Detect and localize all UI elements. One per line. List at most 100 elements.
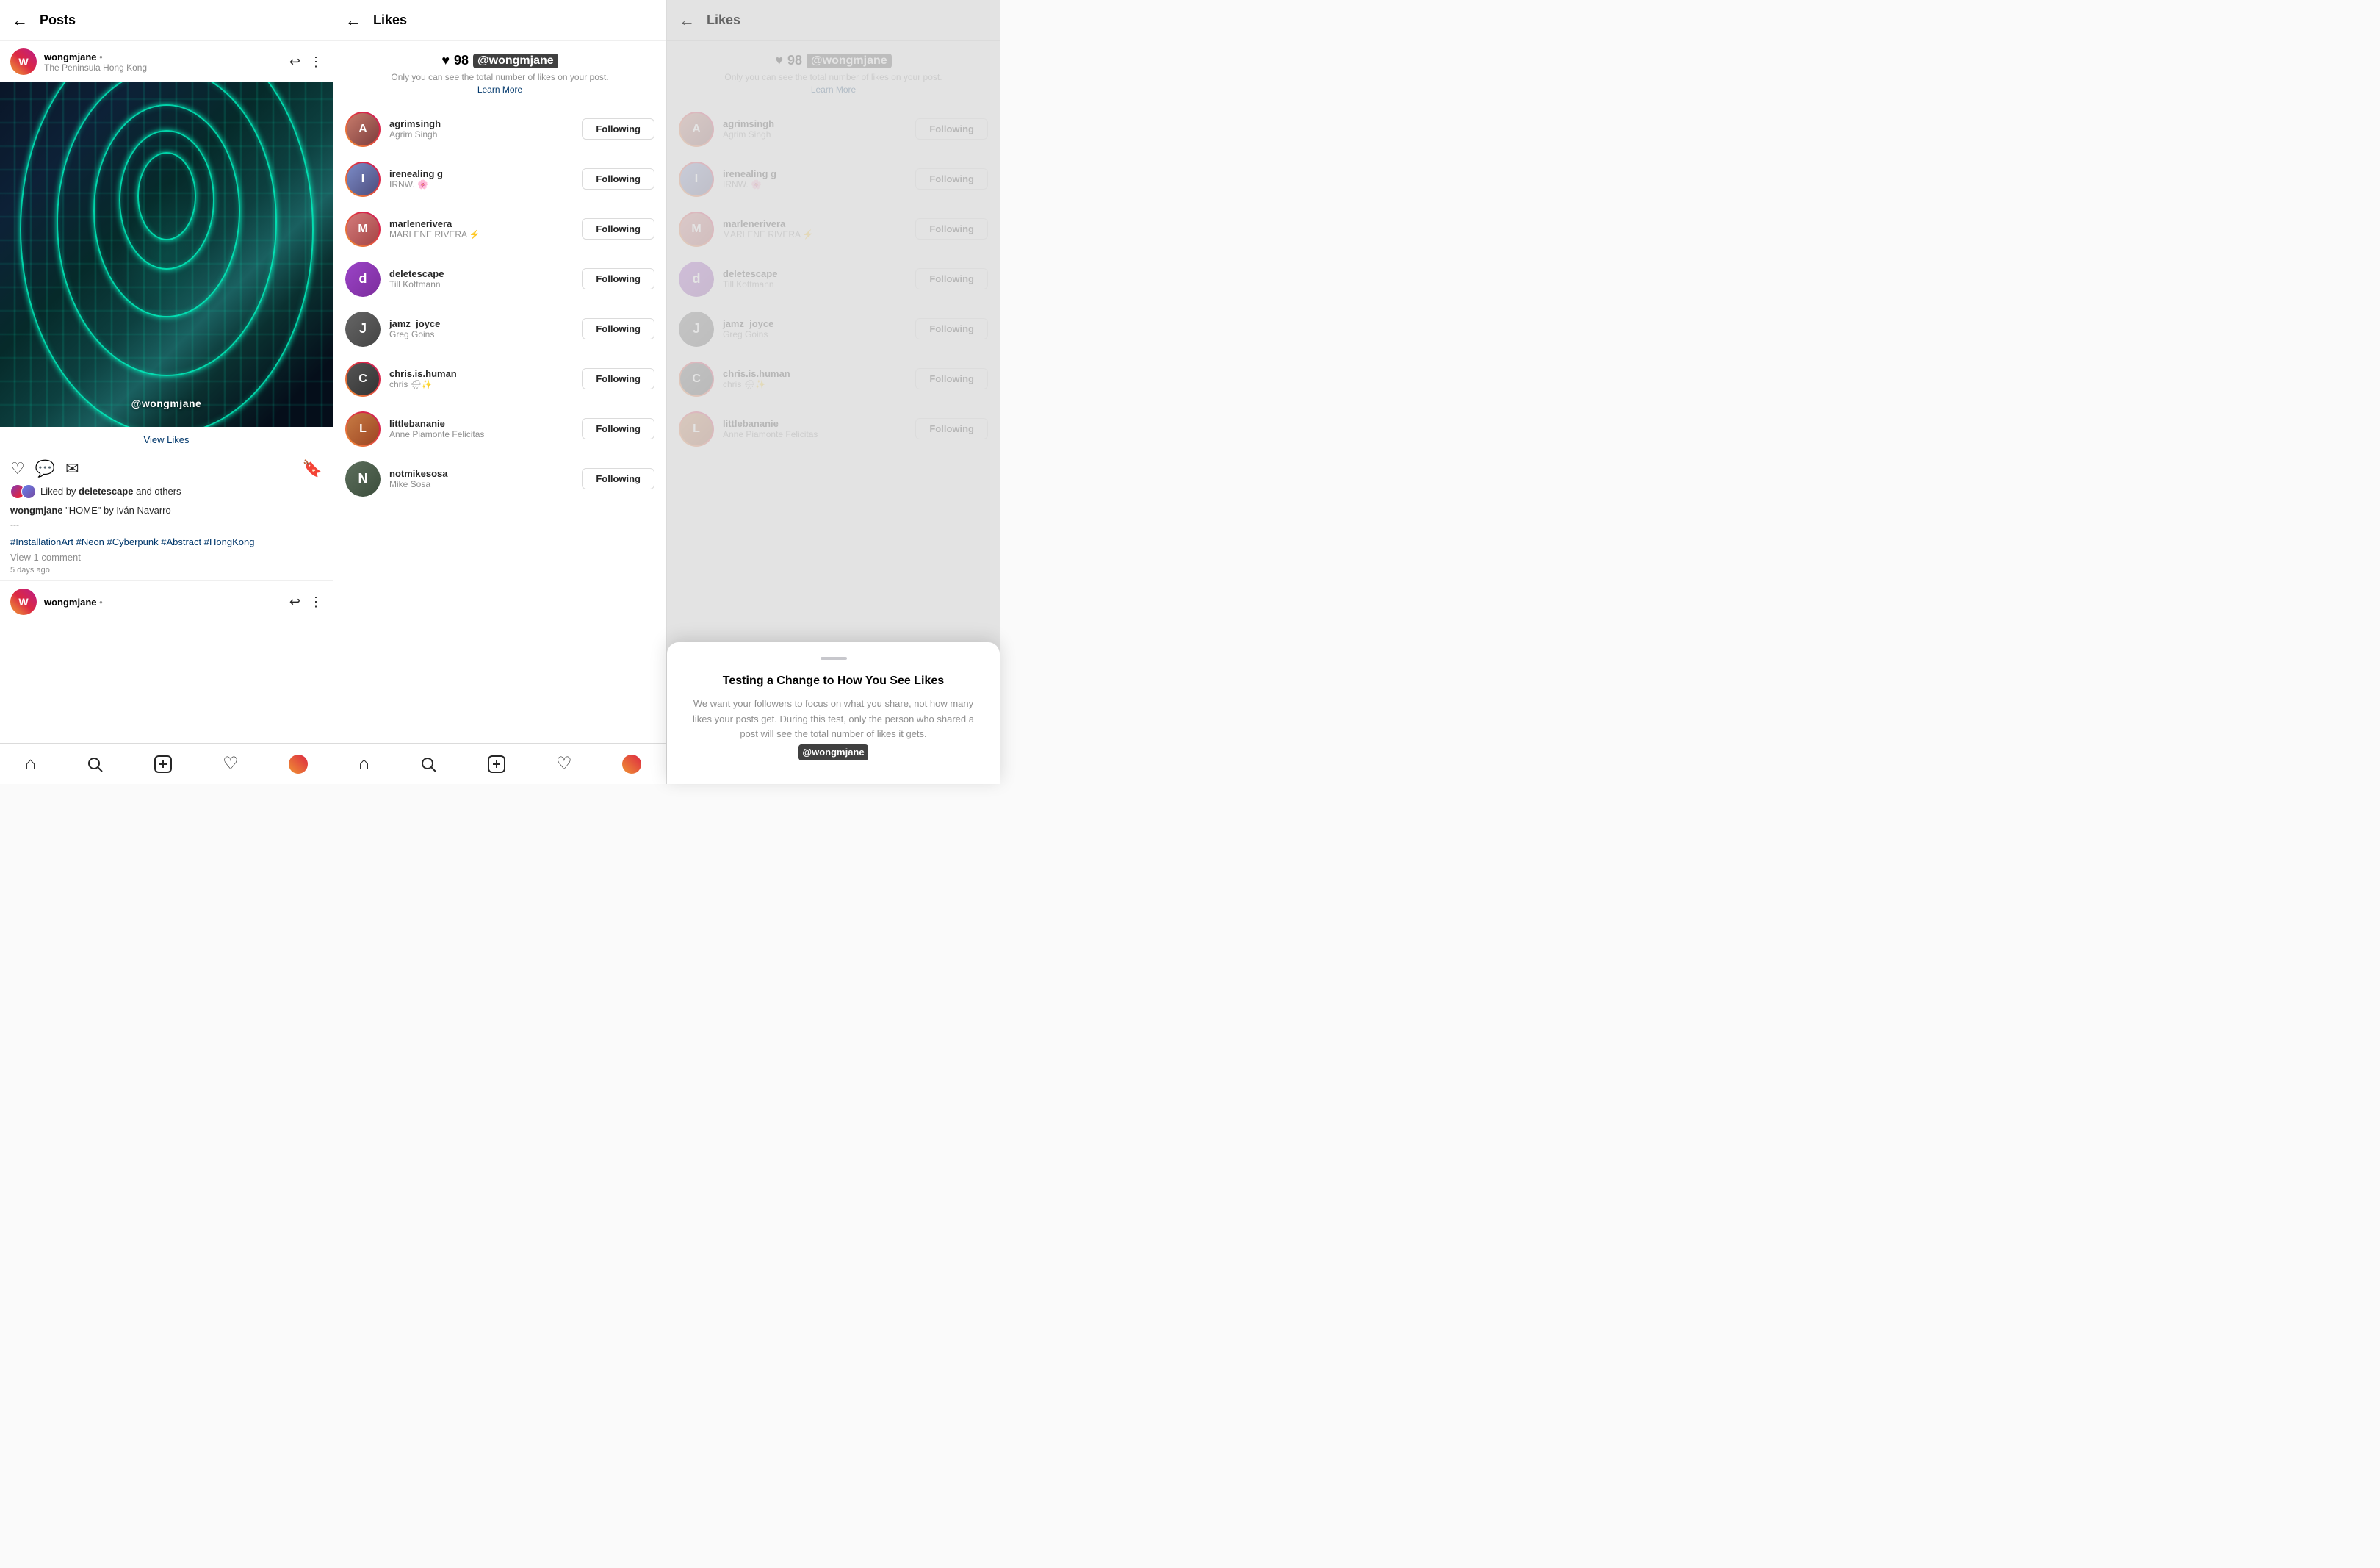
like-username[interactable]: chris.is.human: [389, 368, 573, 379]
caption-username[interactable]: wongmjane: [10, 505, 63, 516]
post2-reply-icon[interactable]: ↩: [289, 594, 300, 610]
liked-avatar-2: [21, 484, 36, 499]
following-button[interactable]: Following: [582, 218, 654, 240]
post2-more-icon[interactable]: ⋮: [309, 594, 322, 610]
post-user-row: W wongmjane • The Peninsula Hong Kong ↩ …: [0, 41, 333, 82]
like-item: M marlenerivera MARLENE RIVERA ⚡ Followi…: [333, 204, 666, 254]
like-username[interactable]: deletescape: [389, 268, 573, 279]
like-user-avatar[interactable]: L: [345, 411, 381, 447]
comment-icon[interactable]: 💬: [35, 459, 55, 478]
following-button[interactable]: Following: [582, 468, 654, 489]
share-icon[interactable]: ✉: [65, 459, 79, 478]
likes-nav-search[interactable]: [419, 755, 437, 773]
post-watermark: @wongmjane: [131, 398, 202, 409]
caption-text: "HOME" by Iván Navarro: [65, 505, 171, 516]
like-user-avatar[interactable]: I: [345, 162, 381, 197]
likes-heart-icon: ♥: [441, 53, 450, 68]
likes-notice-text: Only you can see the total number of lik…: [391, 71, 608, 84]
likes-nav-heart[interactable]: ♡: [556, 753, 572, 774]
likes-back-button[interactable]: ←: [345, 11, 361, 30]
likes-count-section: ♥ 98 @wongmjane Only you can see the tot…: [333, 41, 666, 104]
like-user-info: marlenerivera MARLENE RIVERA ⚡: [389, 218, 573, 240]
likes-nav-home[interactable]: ⌂: [358, 754, 369, 774]
liked-by-row: Liked by deletescape and others: [0, 484, 333, 502]
post2-username[interactable]: wongmjane •: [44, 597, 282, 608]
view-comments-link[interactable]: View 1 comment: [0, 550, 333, 564]
panel-likes: ← Likes ♥ 98 @wongmjane Only you can see…: [333, 0, 667, 784]
bookmark-icon[interactable]: 🔖: [303, 459, 322, 478]
post-username[interactable]: wongmjane •: [44, 51, 282, 62]
nav-heart[interactable]: ♡: [223, 753, 239, 774]
likes-users-list: A agrimsingh Agrim Singh Following I ire…: [333, 104, 666, 784]
likes-watermark: @wongmjane: [473, 54, 558, 68]
following-button[interactable]: Following: [582, 168, 654, 190]
likes-title: Likes: [373, 12, 407, 28]
modal-drag-handle[interactable]: [821, 657, 847, 660]
like-display-name: Anne Piamonte Felicitas: [389, 429, 573, 439]
likes-header: ← Likes: [333, 0, 666, 41]
post2-user-row: W wongmjane • ↩ ⋮: [0, 580, 333, 622]
post-user-avatar[interactable]: W: [10, 48, 37, 75]
panel-posts: ← Posts W wongmjane • The Peninsula Hong…: [0, 0, 333, 784]
like-display-name: chris 🌧✨: [389, 379, 573, 389]
liked-by-text: Liked by deletescape and others: [40, 486, 181, 497]
following-button[interactable]: Following: [582, 268, 654, 289]
like-display-name: MARLENE RIVERA ⚡: [389, 229, 573, 240]
like-item: I irenealing g IRNW. 🌸 Following: [333, 154, 666, 204]
likes-learn-more[interactable]: Learn More: [477, 84, 522, 96]
like-user-info: littlebananie Anne Piamonte Felicitas: [389, 418, 573, 439]
like-user-avatar[interactable]: A: [345, 112, 381, 147]
post2-user-info: wongmjane •: [44, 597, 282, 608]
neon-arch-5: [137, 152, 196, 240]
likes-nav-profile[interactable]: [622, 755, 641, 774]
like-username[interactable]: jamz_joyce: [389, 318, 573, 329]
post-timestamp: 5 days ago: [0, 564, 333, 580]
likes-count-row: ♥ 98 @wongmjane: [441, 53, 558, 68]
more-icon[interactable]: ⋮: [309, 54, 322, 70]
following-button[interactable]: Following: [582, 368, 654, 389]
like-user-avatar[interactable]: C: [345, 362, 381, 397]
like-username[interactable]: notmikesosa: [389, 468, 573, 479]
like-user-info: jamz_joyce Greg Goins: [389, 318, 573, 339]
nav-home[interactable]: ⌂: [25, 754, 36, 774]
post-engagement-row: ♡ 💬 ✉ 🔖: [0, 453, 333, 484]
reply-icon[interactable]: ↩: [289, 54, 300, 70]
modal-body: We want your followers to focus on what …: [685, 697, 982, 760]
posts-header: ← Posts: [0, 0, 333, 41]
post2-user-avatar[interactable]: W: [10, 589, 37, 615]
likes-bottom-nav: ⌂ ♡: [333, 743, 666, 784]
like-user-avatar[interactable]: M: [345, 212, 381, 247]
likes-number: 98: [454, 53, 469, 68]
following-button[interactable]: Following: [582, 418, 654, 439]
back-button[interactable]: ←: [12, 11, 28, 30]
like-display-name: Agrim Singh: [389, 129, 573, 140]
caption-separator: ---: [10, 519, 19, 530]
following-button[interactable]: Following: [582, 318, 654, 339]
like-display-name: Till Kottmann: [389, 279, 573, 289]
like-user-avatar[interactable]: d: [345, 262, 381, 297]
like-user-avatar[interactable]: N: [345, 461, 381, 497]
like-user-info: irenealing g IRNW. 🌸: [389, 168, 573, 190]
post-caption: wongmjane "HOME" by Iván Navarro ---: [0, 502, 333, 533]
like-user-info: agrimsingh Agrim Singh: [389, 118, 573, 140]
likes-nav-add[interactable]: [487, 755, 506, 774]
post2-action-icons: ↩ ⋮: [289, 594, 322, 610]
like-item: L littlebananie Anne Piamonte Felicitas …: [333, 404, 666, 454]
nav-profile[interactable]: [289, 755, 308, 774]
like-username[interactable]: irenealing g: [389, 168, 573, 179]
like-display-name: IRNW. 🌸: [389, 179, 573, 190]
like-username[interactable]: agrimsingh: [389, 118, 573, 129]
like-icon[interactable]: ♡: [10, 459, 25, 478]
nav-search[interactable]: [86, 755, 104, 773]
modal-watermark: @wongmjane: [798, 744, 868, 760]
view-likes-link[interactable]: View Likes: [0, 427, 333, 453]
like-display-name: Greg Goins: [389, 329, 573, 339]
like-username[interactable]: marlenerivera: [389, 218, 573, 229]
like-item: d deletescape Till Kottmann Following: [333, 254, 666, 304]
nav-add[interactable]: [154, 755, 173, 774]
following-button[interactable]: Following: [582, 118, 654, 140]
like-item: A agrimsingh Agrim Singh Following: [333, 104, 666, 154]
like-username[interactable]: littlebananie: [389, 418, 573, 429]
like-user-avatar[interactable]: J: [345, 312, 381, 347]
like-item: J jamz_joyce Greg Goins Following: [333, 304, 666, 354]
